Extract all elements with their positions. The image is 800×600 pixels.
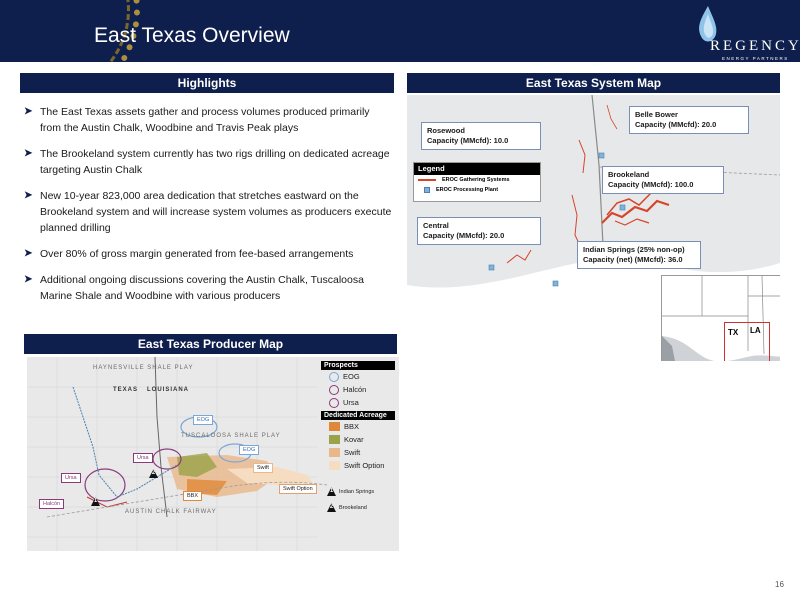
producer-map: HAYNESVILLE SHALE PLAY TEXAS LOUISIANA T… [27, 357, 399, 551]
legend-row-eog: EOG [321, 370, 395, 383]
legend-label: Halcón [343, 385, 367, 394]
legend-label: BBX [344, 422, 360, 431]
legend-row-swift: Swift [321, 446, 395, 459]
highlight-text: The Brookeland system currently has two … [40, 148, 390, 176]
highlight-text: The East Texas assets gather and process… [40, 106, 370, 134]
highlights-header: Highlights [20, 73, 394, 93]
legend-row-gathering: EROC Gathering Systems [414, 175, 540, 185]
pipeline-swatch [418, 179, 436, 181]
legend-row-bbx: BBX [321, 420, 395, 433]
plant-swatch [424, 187, 430, 193]
legend-row-swift-option: Swift Option [321, 459, 395, 472]
legend-label: EROC Gathering Systems [442, 177, 510, 183]
legend-title: Legend [414, 163, 540, 175]
page-title: East Texas Overview [94, 24, 290, 47]
legend-row-ursa: Ursa [321, 396, 395, 409]
callout-name: Rosewood [427, 126, 465, 135]
chevron-right-icon: ➤ [24, 248, 33, 259]
highlights-list: ➤ The East Texas assets gather and proces… [22, 104, 392, 314]
square-swatch [329, 435, 340, 444]
producer-map-header: East Texas Producer Map [24, 334, 397, 354]
callout-capacity: Capacity (MMcfd): 10.0 [427, 136, 509, 145]
callout-capacity: Capacity (MMcfd): 100.0 [608, 180, 694, 189]
legend-label: EROC Processing Plant [436, 187, 499, 193]
inset-label-la: LA [750, 326, 761, 335]
highlight-item: ➤ New 10-year 823,000 area dedication tha… [22, 188, 392, 236]
chevron-right-icon: ➤ [24, 190, 33, 201]
circle-swatch [329, 371, 339, 382]
callout-brookeland: Brookeland Capacity (MMcfd): 100.0 [602, 166, 724, 194]
tuscaloosa-label: TUSCALOOSA SHALE PLAY [181, 433, 281, 439]
highlight-text: New 10-year 823,000 area dedication that… [40, 190, 392, 234]
legend-row-indian-springs: 1 Indian Springs [327, 487, 374, 496]
highlight-item: ➤ The Brookeland system currently has two… [22, 146, 392, 178]
tag-swift: Swift [253, 463, 273, 473]
circle-swatch [329, 397, 339, 408]
page-number: 16 [775, 580, 784, 589]
texas-label: TEXAS [113, 387, 139, 393]
callout-name: Indian Springs (25% non-op) [583, 245, 685, 254]
callout-indian-springs: Indian Springs (25% non-op) Capacity (ne… [577, 241, 701, 269]
haynesville-label: HAYNESVILLE SHALE PLAY [93, 365, 194, 371]
highlight-item: ➤ Additional ongoing discussions covering… [22, 272, 392, 304]
legend-row-halcon: Halcón [321, 383, 395, 396]
callout-capacity: Capacity (MMcfd): 20.0 [423, 231, 505, 240]
square-swatch [329, 422, 340, 431]
locator-inset-map: TX LA [661, 275, 780, 361]
legend-label: EOG [343, 372, 360, 381]
tag-swift-option: Swift Option [279, 484, 317, 494]
legend-row-kovar: Kovar [321, 433, 395, 446]
tag-ursa-center: Ursa [133, 453, 153, 463]
callout-name: Central [423, 221, 449, 230]
highlight-text: Over 80% of gross margin generated from … [40, 248, 354, 260]
legend-label: Swift [344, 448, 361, 457]
circle-swatch [329, 384, 339, 395]
highlight-item: ➤ Over 80% of gross margin generated from… [22, 246, 392, 262]
highlight-item: ➤ The East Texas assets gather and proces… [22, 104, 392, 136]
tag-eog-east: EOG [239, 445, 260, 455]
header-band: East Texas Overview REGENCY ENERGY PARTN… [0, 0, 800, 62]
legend-row-plant: EROC Processing Plant [414, 185, 540, 195]
system-map-header: East Texas System Map [407, 73, 780, 93]
highlight-text: Additional ongoing discussions covering … [40, 274, 364, 302]
tag-eog-north: EOG [193, 415, 214, 425]
callout-name: Brookeland [608, 170, 650, 179]
square-swatch [329, 448, 340, 457]
tag-bbx: BBX [183, 491, 203, 501]
system-map-legend: Legend EROC Gathering Systems EROC Proce… [413, 162, 541, 202]
chevron-right-icon: ➤ [24, 106, 33, 117]
legend-label: Indian Springs [339, 488, 375, 495]
legend-label: Swift Option [344, 461, 385, 470]
callout-central: Central Capacity (MMcfd): 20.0 [417, 217, 541, 245]
callout-capacity: Capacity (net) (MMcfd): 36.0 [583, 255, 683, 264]
tag-halcon: Halcón [39, 499, 65, 509]
system-map: Rosewood Capacity (MMcfd): 10.0 Belle Bo… [407, 95, 780, 361]
marker-swatch: 1 [327, 487, 336, 496]
prospects-title: Prospects [321, 361, 395, 370]
square-swatch [329, 461, 340, 470]
producer-map-legend: Prospects EOG Halcón Ursa Dedicated Acre… [321, 361, 395, 472]
callout-rosewood: Rosewood Capacity (MMcfd): 10.0 [421, 122, 541, 150]
callout-name: Belle Bower [635, 110, 678, 119]
marker-swatch: 2 [327, 503, 336, 512]
acreage-title: Dedicated Acreage [321, 411, 395, 420]
chevron-right-icon: ➤ [24, 148, 33, 159]
legend-label: Ursa [343, 398, 359, 407]
callout-belle-bower: Belle Bower Capacity (MMcfd): 20.0 [629, 106, 749, 134]
legend-label: Brookeland [339, 504, 367, 511]
louisiana-label: LOUISIANA [147, 387, 189, 393]
legend-row-brookeland: 2 Brookeland [327, 503, 367, 512]
chevron-right-icon: ➤ [24, 274, 33, 285]
tag-ursa-west: Ursa [61, 473, 81, 483]
regency-logo: REGENCY ENERGY PARTNERS [690, 4, 800, 62]
austin-chalk-label: AUSTIN CHALK FAIRWAY [125, 509, 217, 515]
inset-label-tx: TX [728, 328, 739, 337]
callout-capacity: Capacity (MMcfd): 20.0 [635, 120, 717, 129]
logo-wordmark: REGENCY [710, 38, 800, 54]
logo-subtitle: ENERGY PARTNERS [722, 56, 789, 61]
legend-label: Kovar [344, 435, 364, 444]
